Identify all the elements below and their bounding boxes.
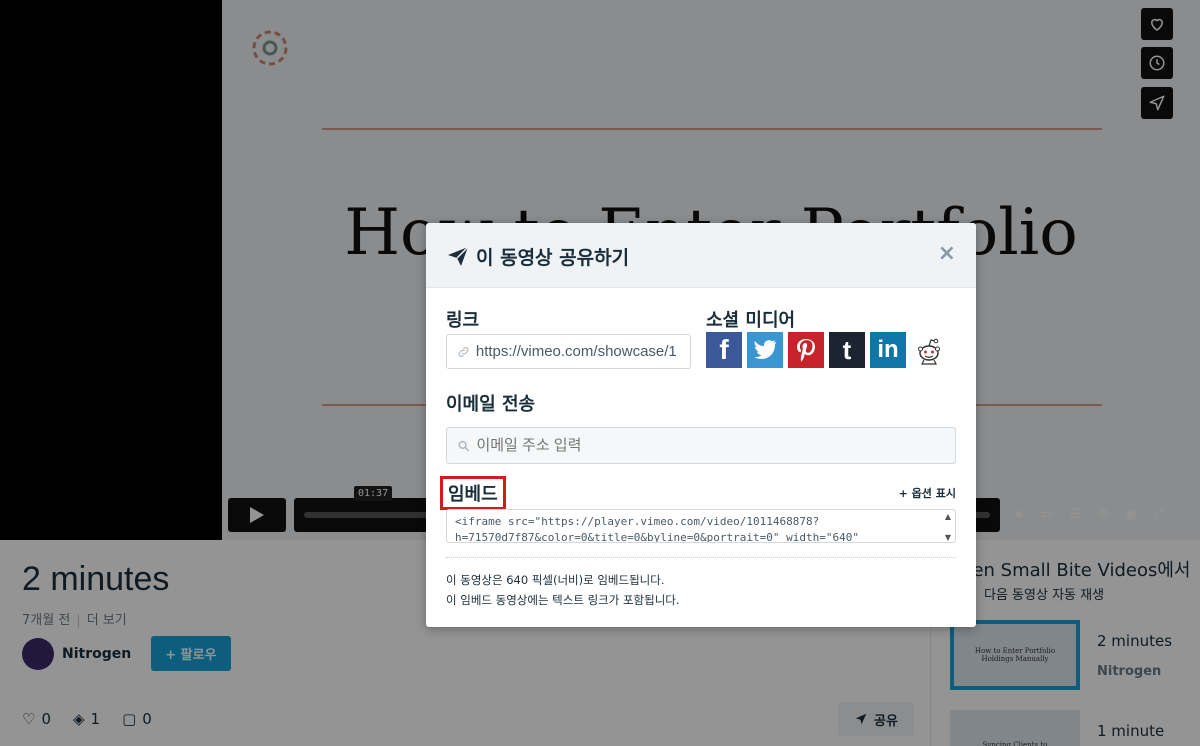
modal-header: 이 동영상 공유하기 × [426, 223, 976, 288]
link-label: 링크 [446, 310, 480, 331]
twitter-icon[interactable] [747, 332, 783, 368]
reddit-icon[interactable] [911, 332, 947, 368]
scroll-up-icon[interactable]: ▲ [945, 512, 951, 521]
link-input[interactable] [475, 343, 690, 360]
email-input[interactable] [476, 437, 955, 454]
modal-title: 이 동영상 공유하기 [476, 247, 630, 269]
embed-code-field[interactable]: <iframe src="https://player.vimeo.com/vi… [446, 509, 956, 543]
embed-width-note: 이 동영상은 640 픽셀(너비)로 임베드됩니다. [446, 573, 665, 587]
link-field[interactable] [446, 334, 691, 369]
paper-plane-icon [448, 246, 469, 266]
embed-label: 임베드 [440, 476, 506, 510]
close-icon[interactable]: × [938, 243, 956, 265]
pinterest-icon[interactable] [788, 332, 824, 368]
link-icon [458, 346, 469, 357]
search-icon [458, 440, 470, 452]
social-label: 소셜 미디어 [706, 310, 796, 331]
linkedin-icon[interactable]: in [870, 332, 906, 368]
embed-link-note: 이 임베드 동영상에는 텍스트 링크가 포함됩니다. [446, 593, 680, 607]
social-buttons: f t in [706, 332, 947, 368]
tumblr-icon[interactable]: t [829, 332, 865, 368]
embed-code-text[interactable]: <iframe src="https://player.vimeo.com/vi… [447, 510, 955, 542]
embed-scrollbar[interactable]: ▲ ▼ [943, 512, 953, 542]
email-label: 이메일 전송 [446, 394, 536, 415]
scroll-down-icon[interactable]: ▼ [945, 533, 951, 542]
email-field[interactable] [446, 427, 956, 464]
facebook-icon[interactable]: f [706, 332, 742, 368]
share-modal: 이 동영상 공유하기 × 링크 소셜 미디어 f t in 이메일 전송 임베드… [426, 223, 976, 627]
show-options-link[interactable]: + 옵션 표시 [899, 485, 956, 501]
modal-divider [446, 557, 956, 558]
